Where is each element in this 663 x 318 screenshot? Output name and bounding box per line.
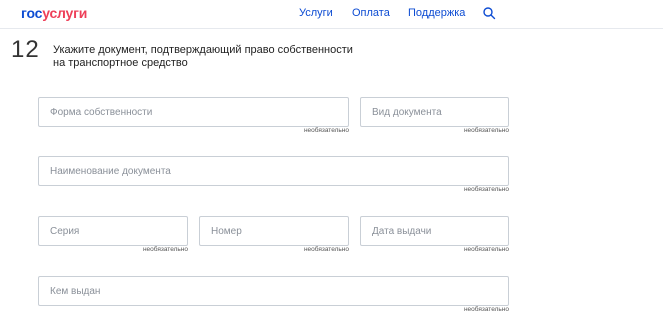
number-placeholder: Номер xyxy=(211,225,242,237)
number-field[interactable]: Номер xyxy=(199,216,349,246)
step-title-line-1: Укажите документ, подтверждающий право с… xyxy=(53,44,353,56)
document-name-field[interactable]: Наименование документа xyxy=(38,156,509,186)
step-number: 12 xyxy=(11,36,40,63)
issue-date-optional-label: необязательно xyxy=(463,246,509,253)
nav-link-payment[interactable]: Оплата xyxy=(352,7,390,19)
nav-link-services[interactable]: Услуги xyxy=(299,7,333,19)
search-icon[interactable] xyxy=(482,6,496,20)
top-header: госуслуги Услуги Оплата Поддержка xyxy=(0,0,663,29)
issued-by-optional-label: необязательно xyxy=(463,306,509,313)
number-optional-label: необязательно xyxy=(303,246,349,253)
step-title: Укажите документ, подтверждающий право с… xyxy=(53,44,373,70)
document-name-optional-label: необязательно xyxy=(463,186,509,193)
document-type-field[interactable]: Вид документа xyxy=(360,97,509,127)
step-title-line-2: на транспортное средство xyxy=(53,57,188,69)
logo-part-uslugi: услуги xyxy=(42,5,88,21)
issued-by-field[interactable]: Кем выдан xyxy=(38,276,509,306)
logo-part-gos: гос xyxy=(21,5,43,21)
document-type-placeholder: Вид документа xyxy=(372,106,442,118)
issue-date-placeholder: Дата выдачи xyxy=(372,225,432,237)
issue-date-field[interactable]: Дата выдачи xyxy=(360,216,509,246)
series-placeholder: Серия xyxy=(50,225,80,237)
issued-by-placeholder: Кем выдан xyxy=(50,285,101,297)
series-optional-label: необязательно xyxy=(142,246,188,253)
gosuslugi-logo[interactable]: госуслуги xyxy=(21,5,87,21)
nav-link-support[interactable]: Поддержка xyxy=(408,7,465,19)
document-name-placeholder: Наименование документа xyxy=(50,165,171,177)
series-field[interactable]: Серия xyxy=(38,216,188,246)
ownership-form-placeholder: Форма собственности xyxy=(50,106,153,118)
ownership-form-optional-label: необязательно xyxy=(303,127,349,134)
document-type-optional-label: необязательно xyxy=(463,127,509,134)
ownership-form-field[interactable]: Форма собственности xyxy=(38,97,349,127)
